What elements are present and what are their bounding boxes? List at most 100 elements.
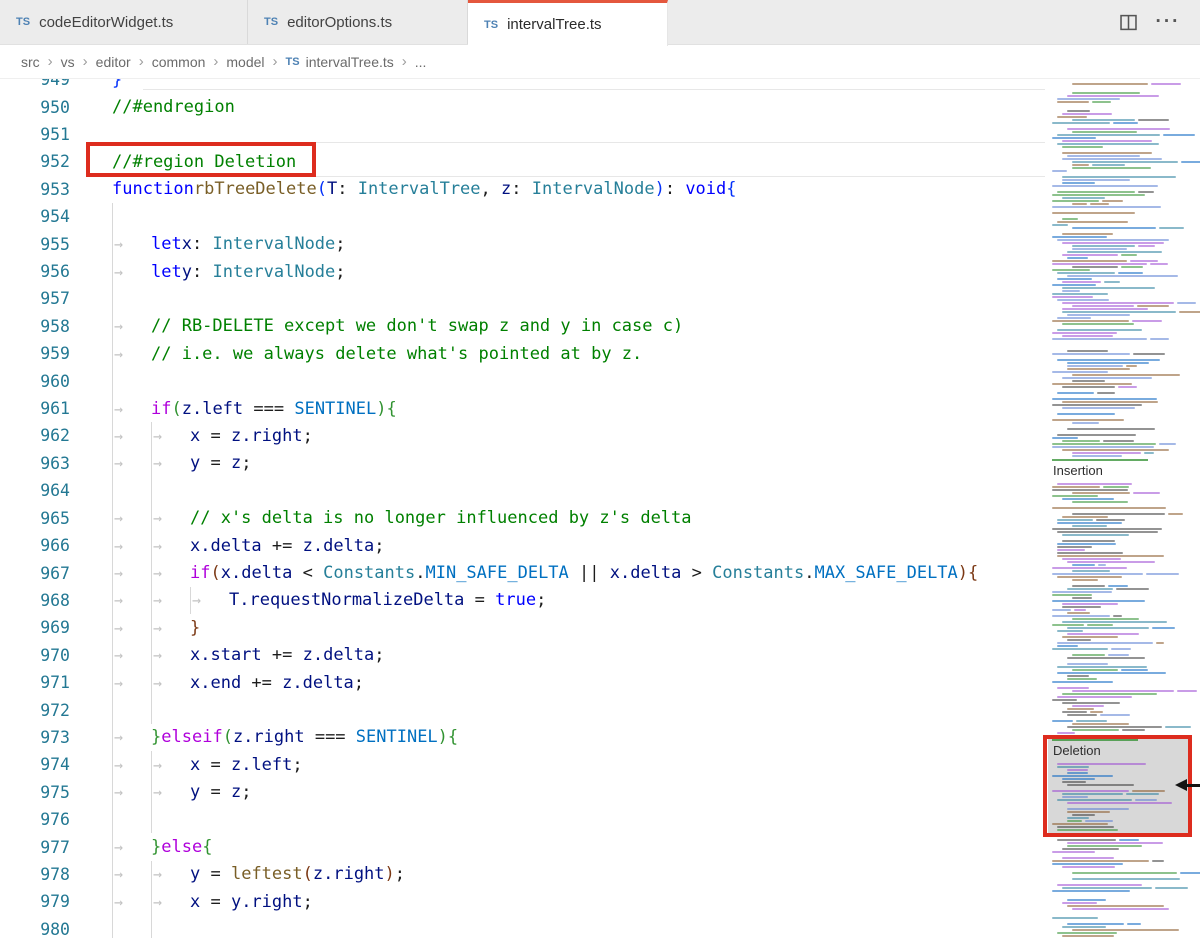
line-number[interactable]: 972	[0, 696, 88, 723]
line-number[interactable]: 957	[0, 285, 88, 312]
whitespace-tab-icon: →	[112, 450, 151, 477]
code-line[interactable]: 963→→y = z;	[0, 450, 1048, 477]
line-number[interactable]: 949	[0, 79, 88, 93]
line-number[interactable]: 954	[0, 203, 88, 230]
code-line[interactable]: 969→→}	[0, 614, 1048, 641]
minimap-line	[1052, 296, 1182, 298]
code-line[interactable]: 973→} else if (z.right === SENTINEL) {	[0, 724, 1048, 751]
line-number[interactable]: 968	[0, 587, 88, 614]
line-number[interactable]: 979	[0, 888, 88, 915]
line-number[interactable]: 971	[0, 669, 88, 696]
more-actions-button[interactable]: ···	[1156, 10, 1180, 34]
tab-codeEditorWidget.ts[interactable]: TScodeEditorWidget.ts	[0, 0, 248, 44]
region-separator-line	[143, 89, 1045, 90]
code-line[interactable]: 956→let y: IntervalNode;	[0, 258, 1048, 285]
line-number[interactable]: 973	[0, 724, 88, 751]
split-editor-button[interactable]	[1116, 10, 1140, 34]
code-line[interactable]: 961→if (z.left === SENTINEL) {	[0, 395, 1048, 422]
line-number[interactable]: 958	[0, 313, 88, 340]
code-line[interactable]: 974→→x = z.left;	[0, 751, 1048, 778]
line-number[interactable]: 959	[0, 340, 88, 367]
minimap-line	[1052, 179, 1182, 181]
minimap-line-segment	[1057, 543, 1116, 545]
breadcrumb-item-ellipsis[interactable]: ...	[415, 54, 427, 70]
code-line[interactable]: 966→→x.delta += z.delta;	[0, 532, 1048, 559]
minimap-line-segment	[1062, 887, 1152, 889]
line-number[interactable]: 963	[0, 450, 88, 477]
code-line-content: }	[88, 79, 122, 93]
minimap-line	[1052, 543, 1182, 545]
line-number[interactable]: 967	[0, 559, 88, 586]
line-number[interactable]: 970	[0, 642, 88, 669]
minimap-line	[1052, 308, 1182, 310]
code-token: :	[665, 176, 685, 203]
line-number[interactable]: 980	[0, 916, 88, 938]
code-line[interactable]: 949}	[0, 79, 1048, 93]
code-token: )	[385, 861, 395, 888]
code-line[interactable]: 957	[0, 285, 1048, 312]
indent-guide	[112, 806, 151, 833]
breadcrumb-separator-icon: ›	[273, 53, 278, 70]
line-number[interactable]: 951	[0, 121, 88, 148]
code-line[interactable]: 980	[0, 916, 1048, 938]
line-number[interactable]: 962	[0, 422, 88, 449]
line-number[interactable]: 953	[0, 176, 88, 203]
code-line[interactable]: 976	[0, 806, 1048, 833]
code-line[interactable]: 970→→x.start += z.delta;	[0, 642, 1048, 669]
minimap-line	[1052, 314, 1182, 316]
minimap-line-segment	[1062, 140, 1152, 142]
code-line[interactable]: 972	[0, 696, 1048, 723]
breadcrumb-item-vs[interactable]: vs	[61, 54, 75, 70]
minimap-line-segment	[1072, 245, 1135, 247]
minimap-line	[1052, 140, 1182, 142]
code-line[interactable]: 954	[0, 203, 1048, 230]
line-number[interactable]: 965	[0, 505, 88, 532]
code-line[interactable]: 962→→x = z.right;	[0, 422, 1048, 449]
line-number[interactable]: 975	[0, 779, 88, 806]
line-number[interactable]: 956	[0, 258, 88, 285]
breadcrumb-item-model[interactable]: model	[226, 54, 264, 70]
minimap-line-segment	[1052, 851, 1095, 853]
code-line[interactable]: 950//#endregion	[0, 93, 1048, 120]
code-line[interactable]: 959→// i.e. we always delete what's poin…	[0, 340, 1048, 367]
line-number[interactable]: 966	[0, 532, 88, 559]
code-line[interactable]: 953function rbTreeDelete(T: IntervalTree…	[0, 176, 1048, 203]
line-number[interactable]: 961	[0, 395, 88, 422]
line-number[interactable]: 978	[0, 861, 88, 888]
breadcrumb-item-file[interactable]: TSintervalTree.ts	[286, 54, 394, 70]
tab-editorOptions.ts[interactable]: TSeditorOptions.ts	[248, 0, 468, 44]
breadcrumb-item-common[interactable]: common	[152, 54, 206, 70]
code-line[interactable]: 958→// RB-DELETE except we don't swap z …	[0, 313, 1048, 340]
minimap-line	[1052, 362, 1182, 364]
line-number[interactable]: 950	[0, 93, 88, 120]
breadcrumb-item-editor[interactable]: editor	[96, 54, 131, 70]
line-number[interactable]: 969	[0, 614, 88, 641]
line-number[interactable]: 964	[0, 477, 88, 504]
minimap-line-segment	[1062, 702, 1120, 704]
minimap-line-segment	[1057, 642, 1153, 644]
breadcrumb-item-src[interactable]: src	[21, 54, 40, 70]
code-line[interactable]: 955→let x: IntervalNode;	[0, 230, 1048, 257]
code-line[interactable]: 971→→x.end += z.delta;	[0, 669, 1048, 696]
code-line[interactable]: 977→} else {	[0, 833, 1048, 860]
code-line[interactable]: 964	[0, 477, 1048, 504]
line-number[interactable]: 977	[0, 833, 88, 860]
code-line[interactable]: 979→→x = y.right;	[0, 888, 1048, 915]
code-token: }	[190, 614, 200, 641]
code-token: )	[958, 559, 968, 586]
code-line[interactable]: 978→→y = leftest(z.right);	[0, 861, 1048, 888]
line-number[interactable]: 960	[0, 367, 88, 394]
line-number[interactable]: 952	[0, 148, 88, 175]
line-number[interactable]: 974	[0, 751, 88, 778]
minimap-line-segment	[1121, 254, 1137, 256]
code-line[interactable]: 965→→// x's delta is no longer influence…	[0, 505, 1048, 532]
code-line[interactable]: 960	[0, 367, 1048, 394]
line-number[interactable]: 976	[0, 806, 88, 833]
line-number[interactable]: 955	[0, 230, 88, 257]
code-line[interactable]: 968→→→T.requestNormalizeDelta = true;	[0, 587, 1048, 614]
minimap-line-segment	[1138, 245, 1155, 247]
minimap-line	[1052, 440, 1182, 442]
code-line[interactable]: 967→→if (x.delta < Constants.MIN_SAFE_DE…	[0, 559, 1048, 586]
tab-intervalTree.ts[interactable]: TSintervalTree.ts	[468, 0, 668, 46]
code-line[interactable]: 975→→y = z;	[0, 779, 1048, 806]
